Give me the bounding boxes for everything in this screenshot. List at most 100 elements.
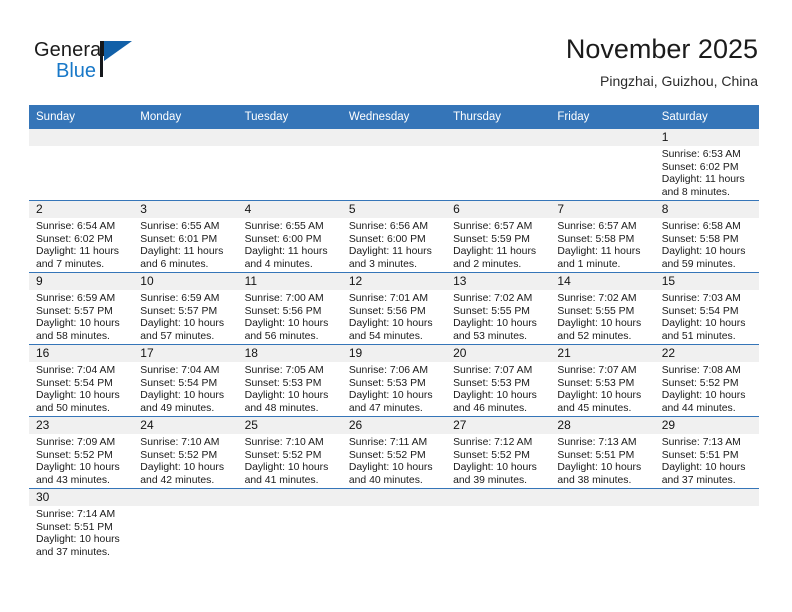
sunrise-text: Sunrise: 7:11 AM	[348, 437, 428, 448]
sunrise-text: Sunrise: 6:55 AM	[140, 221, 220, 232]
day-details: Sunrise: 7:02 AM Sunset: 5:55 PM Daylight:…	[550, 290, 654, 343]
day-number: 19	[341, 345, 447, 362]
calendar-day-cell[interactable]: 1 Sunrise: 6:53 AM Sunset: 6:02 PM Daylight…	[654, 128, 759, 201]
daylight-text-line2: and 8 minutes.	[661, 186, 730, 198]
day-details: Sunrise: 6:55 AM Sunset: 6:00 PM Daylight:…	[238, 218, 342, 271]
calendar-cell-empty	[237, 488, 342, 561]
day-number: 23	[29, 417, 134, 434]
day-number: 17	[133, 345, 238, 362]
calendar-day-cell[interactable]: 13 Sunrise: 7:02 AM Sunset: 5:55 PM Dayligh…	[446, 272, 551, 345]
day-details: Sunrise: 6:58 AM Sunset: 5:58 PM Daylight:…	[655, 218, 759, 271]
calendar-day-cell[interactable]: 18 Sunrise: 7:05 AM Sunset: 5:53 PM Dayligh…	[237, 344, 342, 417]
calendar-day-cell[interactable]: 7 Sunrise: 6:57 AM Sunset: 5:58 PM Daylight…	[550, 200, 655, 273]
calendar-cell-empty	[133, 488, 238, 561]
daylight-text-line2: and 38 minutes.	[557, 474, 632, 486]
calendar-day-cell[interactable]: 9 Sunrise: 6:59 AM Sunset: 5:57 PM Daylight…	[29, 272, 134, 345]
daylight-text-line1: Daylight: 10 hours	[453, 318, 537, 330]
daylight-text-line2: and 56 minutes.	[244, 330, 319, 342]
day-number-band	[133, 489, 238, 506]
sunrise-text: Sunrise: 7:00 AM	[244, 293, 324, 304]
weekday-header-thursday: Thursday	[446, 105, 551, 129]
day-details: Sunrise: 7:06 AM Sunset: 5:53 PM Daylight:…	[342, 362, 446, 415]
calendar-cell-empty	[237, 128, 342, 201]
daylight-text-line1: Daylight: 10 hours	[36, 534, 120, 546]
calendar-day-cell[interactable]: 22 Sunrise: 7:08 AM Sunset: 5:52 PM Dayligh…	[654, 344, 759, 417]
day-number: 7	[550, 201, 655, 218]
calendar-week-row: 1 Sunrise: 6:53 AM Sunset: 6:02 PM Daylight…	[29, 128, 759, 201]
calendar-day-cell[interactable]: 15 Sunrise: 7:03 AM Sunset: 5:54 PM Dayligh…	[654, 272, 759, 345]
daylight-text-line2: and 59 minutes.	[661, 258, 736, 270]
sunset-text: Sunset: 5:58 PM	[557, 233, 635, 245]
calendar-day-cell[interactable]: 8 Sunrise: 6:58 AM Sunset: 5:58 PM Daylight…	[654, 200, 759, 273]
calendar-day-cell[interactable]: 5 Sunrise: 6:56 AM Sunset: 6:00 PM Daylight…	[341, 200, 447, 273]
sunset-text: Sunset: 5:53 PM	[348, 377, 426, 389]
sunrise-text: Sunrise: 7:02 AM	[453, 293, 533, 304]
calendar-day-cell[interactable]: 6 Sunrise: 6:57 AM Sunset: 5:59 PM Daylight…	[446, 200, 551, 273]
sunset-text: Sunset: 5:59 PM	[453, 233, 530, 245]
calendar-day-cell[interactable]: 2 Sunrise: 6:54 AM Sunset: 6:02 PM Daylight…	[29, 200, 134, 273]
calendar-day-cell[interactable]: 25 Sunrise: 7:10 AM Sunset: 5:52 PM Dayligh…	[237, 416, 342, 489]
daylight-text-line1: Daylight: 10 hours	[661, 390, 746, 402]
calendar-day-cell[interactable]: 28 Sunrise: 7:13 AM Sunset: 5:51 PM Dayligh…	[550, 416, 655, 489]
calendar-day-cell[interactable]: 21 Sunrise: 7:07 AM Sunset: 5:53 PM Dayligh…	[550, 344, 655, 417]
calendar-cell-empty	[550, 128, 655, 201]
daylight-text-line1: Daylight: 10 hours	[661, 318, 746, 330]
calendar-day-cell[interactable]: 26 Sunrise: 7:11 AM Sunset: 5:52 PM Dayligh…	[341, 416, 447, 489]
sunset-text: Sunset: 5:53 PM	[244, 377, 322, 389]
daylight-text-line1: Daylight: 10 hours	[36, 318, 120, 330]
calendar-cell-empty	[654, 488, 759, 561]
day-number: 13	[446, 273, 551, 290]
title-block: November 2025 Pingzhai, Guizhou, China	[566, 32, 758, 90]
sunset-text: Sunset: 5:58 PM	[661, 233, 739, 245]
calendar-day-cell[interactable]: 4 Sunrise: 6:55 AM Sunset: 6:00 PM Daylight…	[237, 200, 342, 273]
sunset-text: Sunset: 5:51 PM	[557, 449, 635, 461]
sunset-text: Sunset: 6:02 PM	[36, 233, 113, 245]
calendar-day-cell[interactable]: 27 Sunrise: 7:12 AM Sunset: 5:52 PM Dayligh…	[446, 416, 551, 489]
calendar-day-cell[interactable]: 12 Sunrise: 7:01 AM Sunset: 5:56 PM Dayligh…	[341, 272, 447, 345]
calendar-cell-empty	[29, 128, 134, 201]
daylight-text-line2: and 54 minutes.	[348, 330, 423, 342]
day-details: Sunrise: 6:56 AM Sunset: 6:00 PM Daylight:…	[342, 218, 446, 271]
calendar-day-cell[interactable]: 23 Sunrise: 7:09 AM Sunset: 5:52 PM Dayligh…	[29, 416, 134, 489]
calendar-day-cell[interactable]: 3 Sunrise: 6:55 AM Sunset: 6:01 PM Daylight…	[133, 200, 238, 273]
sunrise-text: Sunrise: 7:08 AM	[661, 365, 741, 376]
daylight-text-line2: and 3 minutes.	[348, 258, 418, 270]
daylight-text-line1: Daylight: 10 hours	[244, 462, 329, 474]
sunset-text: Sunset: 5:54 PM	[36, 377, 113, 389]
sunset-text: Sunset: 6:02 PM	[661, 161, 739, 173]
sunrise-text: Sunrise: 7:07 AM	[557, 365, 637, 376]
calendar-day-cell[interactable]: 24 Sunrise: 7:10 AM Sunset: 5:52 PM Dayligh…	[133, 416, 238, 489]
calendar-day-cell[interactable]: 30 Sunrise: 7:14 AM Sunset: 5:51 PM Dayligh…	[29, 488, 134, 561]
calendar-day-cell[interactable]: 14 Sunrise: 7:02 AM Sunset: 5:55 PM Dayligh…	[550, 272, 655, 345]
daylight-text-line2: and 37 minutes.	[36, 546, 110, 558]
calendar-page: General Blue November 2025 Pingzhai, Gui…	[0, 0, 792, 612]
calendar-week-row: 9 Sunrise: 6:59 AM Sunset: 5:57 PM Daylight…	[29, 272, 759, 345]
brand-logo-mark: General Blue	[34, 38, 164, 86]
sunset-text: Sunset: 5:53 PM	[453, 377, 530, 389]
daylight-text-line1: Daylight: 10 hours	[348, 390, 433, 402]
sunrise-text: Sunrise: 6:59 AM	[140, 293, 220, 304]
calendar-day-cell[interactable]: 20 Sunrise: 7:07 AM Sunset: 5:53 PM Dayligh…	[446, 344, 551, 417]
sunrise-text: Sunrise: 6:57 AM	[557, 221, 637, 232]
daylight-text-line2: and 40 minutes.	[348, 474, 423, 486]
sunset-text: Sunset: 5:51 PM	[36, 521, 113, 533]
calendar-day-cell[interactable]: 17 Sunrise: 7:04 AM Sunset: 5:54 PM Dayligh…	[133, 344, 238, 417]
calendar-day-cell[interactable]: 29 Sunrise: 7:13 AM Sunset: 5:51 PM Dayligh…	[654, 416, 759, 489]
day-details: Sunrise: 6:57 AM Sunset: 5:58 PM Daylight:…	[550, 218, 654, 271]
calendar-header-row: Sunday Monday Tuesday Wednesday Thursday Frid…	[29, 105, 759, 129]
flag-triangle-icon	[104, 41, 132, 61]
sunset-text: Sunset: 5:55 PM	[557, 305, 635, 317]
daylight-text-line2: and 48 minutes.	[244, 402, 319, 414]
day-details: Sunrise: 7:07 AM Sunset: 5:53 PM Daylight:…	[550, 362, 654, 415]
calendar-week-row: 30 Sunrise: 7:14 AM Sunset: 5:51 PM Dayligh…	[29, 488, 759, 561]
day-details: Sunrise: 7:04 AM Sunset: 5:54 PM Daylight:…	[29, 362, 133, 415]
calendar-day-cell[interactable]: 16 Sunrise: 7:04 AM Sunset: 5:54 PM Dayligh…	[29, 344, 134, 417]
calendar-day-cell[interactable]: 10 Sunrise: 6:59 AM Sunset: 5:57 PM Dayligh…	[133, 272, 238, 345]
calendar-cell-empty	[341, 488, 447, 561]
brand-logo[interactable]: General Blue	[34, 38, 234, 88]
daylight-text-line2: and 44 minutes.	[661, 402, 736, 414]
calendar-day-cell[interactable]: 11 Sunrise: 7:00 AM Sunset: 5:56 PM Dayligh…	[237, 272, 342, 345]
daylight-text-line1: Daylight: 11 hours	[244, 246, 328, 258]
daylight-text-line1: Daylight: 10 hours	[36, 390, 120, 402]
calendar-day-cell[interactable]: 19 Sunrise: 7:06 AM Sunset: 5:53 PM Dayligh…	[341, 344, 447, 417]
